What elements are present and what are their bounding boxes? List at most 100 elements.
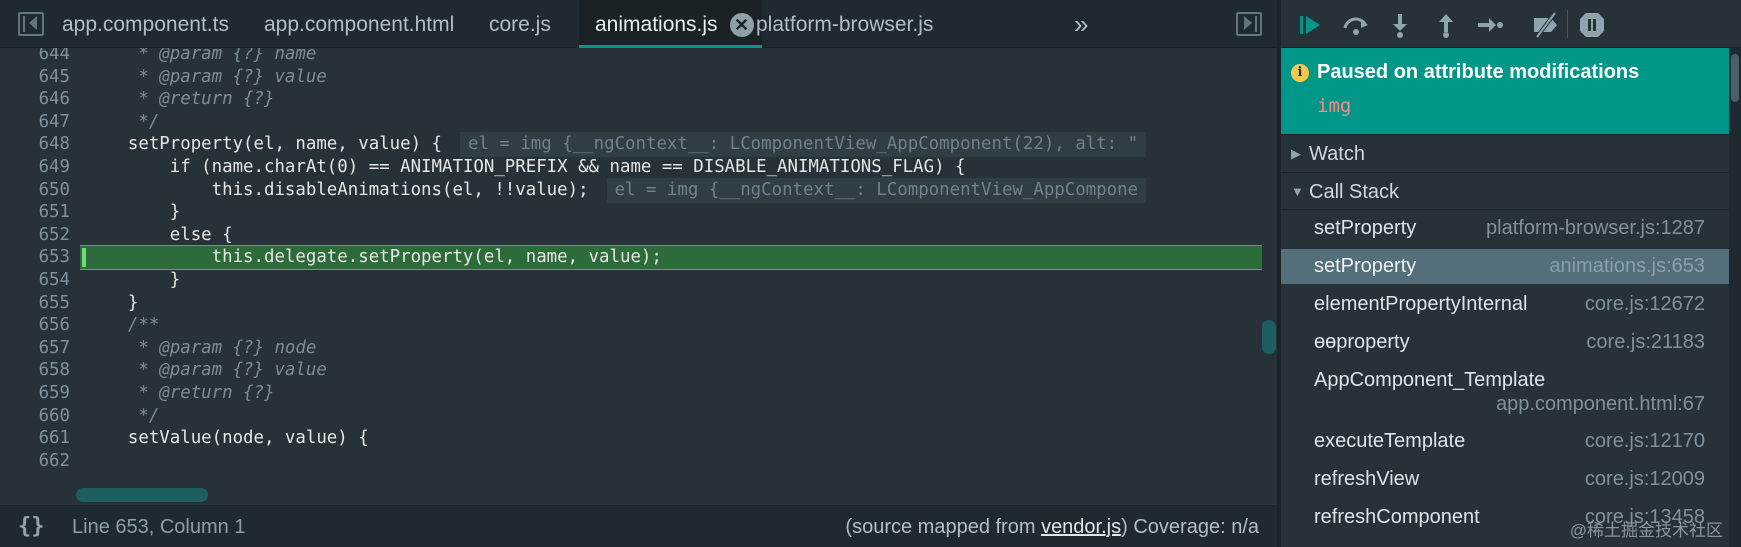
line-code: setValue(node, value) { xyxy=(86,428,369,449)
sidebar-scrollbar[interactable] xyxy=(1729,48,1741,547)
line-number[interactable]: 659 xyxy=(0,381,70,406)
tab-app-component-html[interactable]: app.component.html xyxy=(264,0,454,48)
chevron-down-icon: ▼ xyxy=(1291,184,1304,199)
pause-on-exceptions-icon[interactable] xyxy=(1577,10,1607,40)
tab-label: animations.js xyxy=(595,13,718,36)
line-number[interactable]: 647 xyxy=(0,110,70,135)
more-tabs-icon[interactable]: » xyxy=(1074,0,1088,48)
vertical-scrollbar[interactable] xyxy=(1262,320,1276,354)
call-frame[interactable]: AppComponent_Template app.component.html:… xyxy=(1281,363,1729,421)
line-text: } xyxy=(86,268,180,293)
paused-target[interactable]: img xyxy=(1317,95,1351,117)
debugger-toolbar xyxy=(1281,0,1741,48)
tab-core-js[interactable]: core.js xyxy=(489,0,551,48)
line-text: } xyxy=(86,291,138,316)
call-frame-function: setProperty xyxy=(1314,217,1417,239)
close-tab-icon[interactable]: ✕ xyxy=(729,13,754,37)
call-frame-location[interactable]: platform-browser.js:1287 xyxy=(1486,217,1705,240)
line-number[interactable]: 649 xyxy=(0,155,70,180)
resume-icon[interactable] xyxy=(1295,10,1325,40)
line-number[interactable]: 655 xyxy=(0,291,70,316)
call-frame[interactable]: refreshView core.js:12009 xyxy=(1281,462,1729,497)
line-number[interactable]: 654 xyxy=(0,268,70,293)
code-line[interactable]: 649 if (name.charAt(0) == ANIMATION_PREF… xyxy=(0,155,1262,180)
call-frame-location[interactable]: core.js:12170 xyxy=(1585,430,1705,453)
step-into-icon[interactable] xyxy=(1385,10,1415,40)
line-number[interactable]: 656 xyxy=(0,313,70,338)
line-text: * @return {?} xyxy=(86,381,274,406)
code-line[interactable]: 658 * @param {?} value xyxy=(0,358,1262,383)
call-frame-location[interactable]: app.component.html:67 xyxy=(1496,393,1705,416)
code-line[interactable]: 659 * @return {?} xyxy=(0,381,1262,406)
call-frame[interactable]: setProperty animations.js:653 xyxy=(1281,249,1729,284)
line-text: this.disableAnimations(el, !!value); el =… xyxy=(86,177,1147,203)
line-number[interactable]: 661 xyxy=(0,426,70,451)
code-line[interactable]: 647 */ xyxy=(0,110,1262,135)
callstack-section-header[interactable]: ▼ Call Stack xyxy=(1281,172,1729,210)
line-text: setProperty(el, name, value) {el = img {… xyxy=(86,132,1147,158)
line-number[interactable]: 645 xyxy=(0,65,70,90)
call-frame-location[interactable]: core.js:12009 xyxy=(1585,468,1705,491)
pretty-print-icon[interactable]: {} xyxy=(18,506,45,547)
step-icon[interactable] xyxy=(1475,10,1505,40)
watch-label: Watch xyxy=(1309,143,1365,165)
line-text: if (name.charAt(0) == ANIMATION_PREFIX &… xyxy=(86,155,966,180)
line-number[interactable]: 660 xyxy=(0,404,70,429)
source-map-link[interactable]: vendor.js xyxy=(1041,516,1121,538)
call-frame[interactable]: ɵɵproperty core.js:21183 xyxy=(1281,325,1729,360)
code-line-current[interactable]: 653 this.delegate.setProperty(el, name, … xyxy=(0,245,1262,271)
code-line[interactable]: 654 } xyxy=(0,268,1262,293)
call-frame[interactable]: executeTemplate core.js:12170 xyxy=(1281,424,1729,459)
line-code: else { xyxy=(86,224,233,245)
call-frame[interactable]: elementPropertyInternal core.js:12672 xyxy=(1281,287,1729,322)
line-code: } xyxy=(86,292,139,313)
code-line[interactable]: 660 */ xyxy=(0,404,1262,429)
line-text: * @param {?} value xyxy=(86,358,326,383)
deactivate-breakpoints-icon[interactable] xyxy=(1531,10,1561,40)
toggle-debugger-icon[interactable] xyxy=(1236,12,1262,36)
source-editor-pane: app.component.ts app.component.html core… xyxy=(0,0,1277,547)
line-number[interactable]: 650 xyxy=(0,178,70,203)
line-number[interactable]: 648 xyxy=(0,132,70,157)
watch-section-header[interactable]: ▶ Watch xyxy=(1281,134,1729,172)
code-line[interactable]: 650 this.disableAnimations(el, !!value);… xyxy=(0,177,1262,203)
line-number[interactable]: 646 xyxy=(0,87,70,112)
tab-app-component-ts[interactable]: app.component.ts xyxy=(62,0,229,48)
code-line[interactable]: 651 } xyxy=(0,200,1262,225)
call-frame[interactable]: setProperty platform-browser.js:1287 xyxy=(1281,211,1729,246)
line-number[interactable]: 652 xyxy=(0,223,70,248)
code-line[interactable]: 661 setValue(node, value) { xyxy=(0,426,1262,451)
line-number[interactable]: 662 xyxy=(0,449,70,474)
code-line[interactable]: 645 * @param {?} value xyxy=(0,65,1262,90)
call-frame-location[interactable]: animations.js:653 xyxy=(1549,255,1705,278)
line-number[interactable]: 658 xyxy=(0,358,70,383)
toggle-navigator-icon[interactable] xyxy=(18,12,44,36)
line-number[interactable]: 653 xyxy=(0,245,70,270)
code-line[interactable]: 657 * @param {?} node xyxy=(0,336,1262,361)
line-text: else { xyxy=(86,223,233,248)
tab-label: app.component.html xyxy=(264,13,455,36)
code-line[interactable]: 648 setProperty(el, name, value) {el = i… xyxy=(0,132,1262,158)
callstack-label: Call Stack xyxy=(1309,181,1400,203)
tab-label: app.component.ts xyxy=(62,13,229,36)
code-view[interactable]: 644 * @param {?} name 645 * @param {?} va… xyxy=(0,48,1262,500)
call-frame-location[interactable]: core.js:21183 xyxy=(1586,331,1705,354)
tab-label: platform-browser.js xyxy=(756,13,934,36)
code-line[interactable]: 652 else { xyxy=(0,223,1262,248)
line-number[interactable]: 651 xyxy=(0,200,70,225)
tab-animations-js[interactable]: animations.js ✕ xyxy=(579,0,762,48)
step-over-icon[interactable] xyxy=(1341,10,1371,40)
code-line[interactable]: 656 /** xyxy=(0,313,1262,338)
code-line[interactable]: 646 * @return {?} xyxy=(0,87,1262,112)
step-out-icon[interactable] xyxy=(1431,10,1461,40)
sidebar-scrollbar-thumb[interactable] xyxy=(1731,54,1739,102)
code-line[interactable]: 662 xyxy=(0,449,1262,474)
tab-platform-browser-js[interactable]: platform-browser.js xyxy=(756,0,933,48)
code-line[interactable]: 655 } xyxy=(0,291,1262,316)
horizontal-scrollbar[interactable] xyxy=(76,488,208,502)
source-map-suffix: ) xyxy=(1121,516,1128,538)
line-number[interactable]: 657 xyxy=(0,336,70,361)
line-code: this.disableAnimations(el, !!value); xyxy=(86,179,589,200)
coverage-label: Coverage: n/a xyxy=(1133,516,1259,538)
call-frame-location[interactable]: core.js:12672 xyxy=(1585,293,1705,316)
